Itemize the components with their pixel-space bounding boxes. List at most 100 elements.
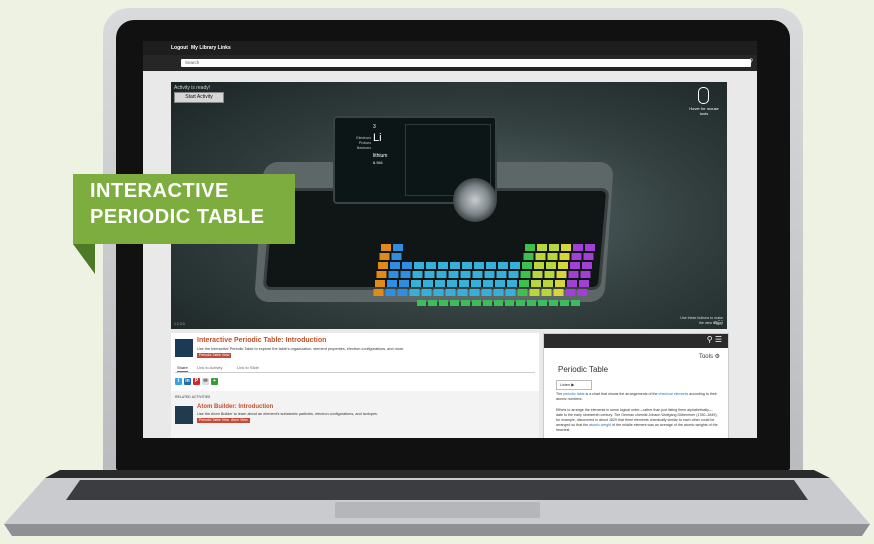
element-cell bbox=[565, 289, 576, 296]
element-cell bbox=[519, 280, 529, 287]
chemical-elements-link[interactable]: chemical elements bbox=[659, 392, 689, 396]
element-cell bbox=[571, 253, 582, 260]
laptop-base bbox=[4, 470, 870, 536]
panel-search-icon[interactable]: ⚲ ☰ bbox=[707, 335, 722, 344]
element-cell bbox=[433, 289, 444, 296]
element-cell bbox=[580, 271, 591, 278]
reference-panel: ⚲ ☰ Tools ⚙ Periodic Table Listen ▶ The … bbox=[543, 333, 729, 438]
element-cell bbox=[461, 300, 470, 306]
element-cell bbox=[445, 289, 456, 296]
element-cell bbox=[507, 280, 517, 287]
related-tag-1[interactable]: Periodic Table View bbox=[197, 418, 232, 423]
element-cell bbox=[494, 300, 503, 306]
tab-share[interactable]: Share bbox=[177, 365, 188, 372]
element-cell bbox=[379, 253, 390, 260]
related-thumbnail[interactable] bbox=[175, 406, 193, 424]
banner-title-line2: PERIODIC TABLE bbox=[90, 206, 265, 228]
tab-link-to-slide[interactable]: Link to Slide bbox=[237, 365, 259, 370]
element-cell bbox=[525, 244, 535, 251]
element-cell bbox=[567, 280, 577, 287]
element-cell bbox=[393, 244, 403, 251]
element-cell bbox=[375, 280, 385, 287]
element-cell bbox=[579, 280, 589, 287]
element-cell bbox=[376, 271, 387, 278]
related-activities: RELATED ACTIVITIES Atom Builder: Introdu… bbox=[171, 391, 539, 438]
element-cell bbox=[493, 289, 504, 296]
element-cell bbox=[571, 300, 580, 306]
element-cell bbox=[436, 271, 447, 278]
element-cell bbox=[486, 262, 496, 269]
element-cell bbox=[435, 280, 445, 287]
activity-card: Interactive Periodic Table: Introduction… bbox=[171, 333, 539, 438]
element-cell bbox=[450, 300, 459, 306]
element-cell bbox=[381, 244, 391, 251]
element-cell bbox=[529, 289, 540, 296]
element-cell bbox=[568, 271, 579, 278]
element-cell bbox=[523, 253, 534, 260]
twitter-icon[interactable]: t bbox=[175, 378, 182, 385]
activity-tag[interactable]: Periodic Table View bbox=[197, 353, 232, 358]
element-cell bbox=[462, 262, 472, 269]
element-cell bbox=[460, 271, 471, 278]
element-cell bbox=[538, 300, 547, 306]
element-cell bbox=[438, 262, 448, 269]
element-cell bbox=[522, 262, 532, 269]
panel-paragraph-1: The periodic table is a chart that shows… bbox=[556, 392, 717, 401]
element-cell bbox=[459, 280, 469, 287]
element-cell bbox=[424, 271, 435, 278]
periodic-table-link[interactable]: periodic table bbox=[563, 392, 584, 396]
panel-paragraph-2: Efforts to arrange the elements in some … bbox=[556, 408, 718, 432]
version-label: 1.2.3.0 bbox=[174, 322, 185, 326]
element-cell bbox=[402, 262, 412, 269]
logout-link[interactable]: Logout bbox=[171, 45, 188, 51]
linkedin-icon[interactable]: in bbox=[184, 378, 191, 385]
element-cell bbox=[555, 280, 565, 287]
element-cell bbox=[508, 271, 519, 278]
tab-link-to-activity[interactable]: Link to Activity bbox=[197, 365, 222, 370]
element-cell bbox=[532, 271, 543, 278]
element-cell bbox=[516, 300, 525, 306]
related-description: Use the Atom Builder to learn about an e… bbox=[197, 412, 378, 416]
element-cell bbox=[559, 253, 570, 260]
element-cell bbox=[385, 289, 396, 296]
activity-thumbnail[interactable] bbox=[175, 339, 193, 357]
element-cell bbox=[481, 289, 492, 296]
element-cell bbox=[510, 262, 520, 269]
element-cell bbox=[390, 262, 400, 269]
element-cell bbox=[484, 271, 495, 278]
element-cell bbox=[421, 289, 432, 296]
element-cell bbox=[423, 280, 433, 287]
pinterest-icon[interactable]: P bbox=[193, 378, 200, 385]
listen-button[interactable]: Listen ▶ bbox=[556, 380, 592, 390]
atomic-weight-link[interactable]: atomic weight bbox=[589, 423, 611, 427]
element-cell bbox=[450, 262, 460, 269]
search-input[interactable]: Search bbox=[181, 59, 751, 67]
my-library-link[interactable]: My Library Links bbox=[191, 45, 231, 51]
related-tag-2[interactable]: Atom View bbox=[229, 418, 250, 423]
related-title[interactable]: Atom Builder: Introduction bbox=[197, 404, 273, 410]
element-cell bbox=[505, 289, 516, 296]
google-classroom-icon[interactable]: + bbox=[211, 378, 218, 385]
element-cell bbox=[547, 253, 558, 260]
element-cell bbox=[472, 271, 483, 278]
top-bar: Logout My Library Links bbox=[143, 41, 757, 55]
banner-title-line1: INTERACTIVE bbox=[90, 180, 229, 202]
element-cell bbox=[457, 289, 468, 296]
element-cell bbox=[541, 289, 552, 296]
email-icon[interactable]: ✉ bbox=[202, 378, 209, 385]
search-icon[interactable]: ⚲ bbox=[749, 58, 753, 64]
element-cell bbox=[537, 244, 547, 251]
related-heading: RELATED ACTIVITIES bbox=[175, 395, 211, 399]
element-cell bbox=[535, 253, 546, 260]
activity-title[interactable]: Interactive Periodic Table: Introduction bbox=[197, 337, 326, 344]
element-cell bbox=[560, 300, 569, 306]
element-cell bbox=[505, 300, 514, 306]
element-cell bbox=[400, 271, 411, 278]
fullscreen-icon[interactable]: □ ⛶ bbox=[714, 320, 722, 326]
tools-button[interactable]: Tools ⚙ bbox=[699, 353, 720, 360]
element-cell bbox=[496, 271, 507, 278]
element-cell bbox=[387, 280, 397, 287]
element-cell bbox=[495, 280, 505, 287]
element-cell bbox=[546, 262, 556, 269]
element-cell bbox=[517, 289, 528, 296]
